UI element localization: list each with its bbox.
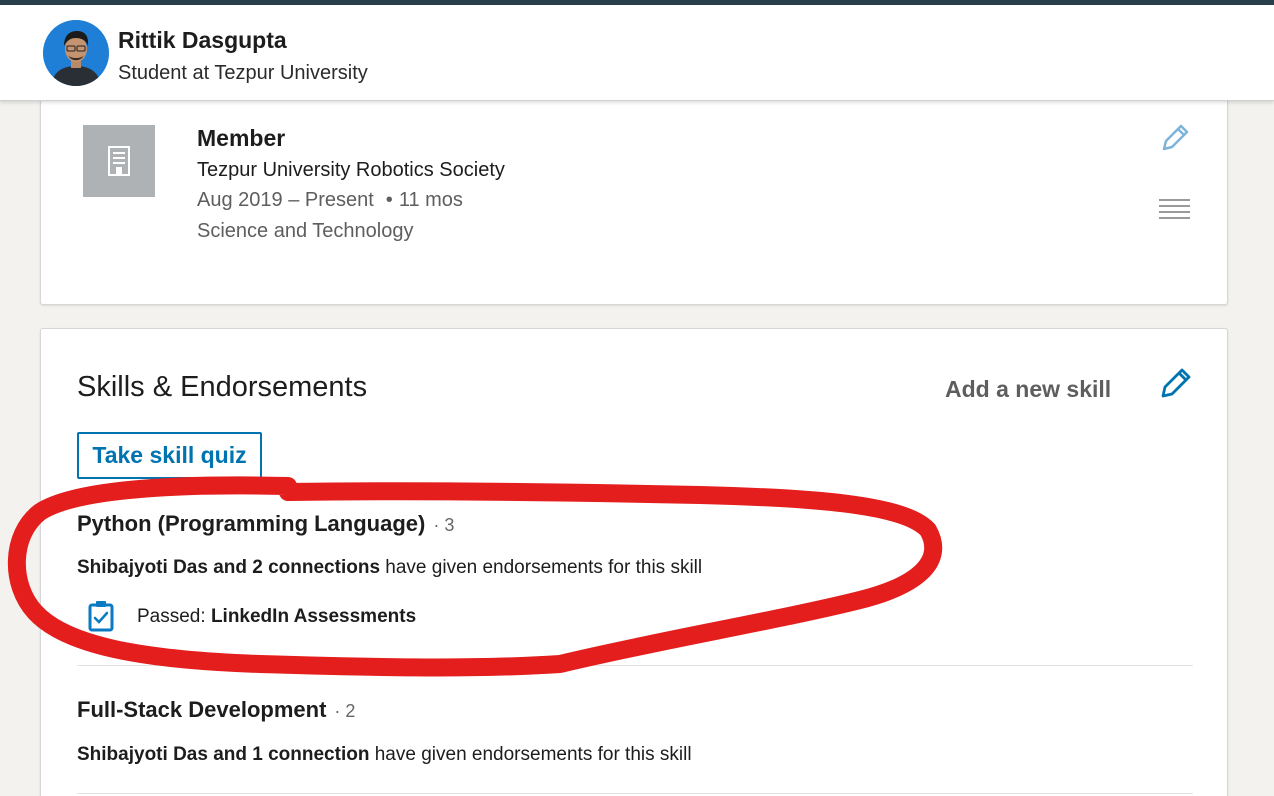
divider: [77, 665, 1193, 666]
assessment-prefix: Passed:: [137, 606, 206, 627]
dot-separator: •: [385, 189, 393, 211]
endorsement-count[interactable]: · 3: [433, 515, 454, 535]
reorder-icon[interactable]: [1158, 197, 1192, 223]
take-skill-quiz-button[interactable]: Take skill quiz: [77, 432, 262, 479]
skills-card: Skills & Endorsements Add a new skill Ta…: [40, 328, 1228, 796]
section-title: Skills & Endorsements: [77, 371, 368, 403]
avatar[interactable]: [43, 20, 109, 86]
assessment-badge: Passed: LinkedIn Assessments: [137, 606, 416, 628]
position-dates: Aug 2019 – Present • 11 mos: [197, 189, 463, 212]
add-skill-button[interactable]: Add a new skill: [945, 376, 1111, 403]
skill-name[interactable]: Full-Stack Development · 2: [77, 697, 355, 723]
experience-card: Member Tezpur University Robotics Societ…: [40, 80, 1228, 305]
profile-sticky-header: Rittik Dasgupta Student at Tezpur Univer…: [0, 5, 1274, 101]
endorsement-count[interactable]: · 2: [334, 701, 355, 721]
date-range: Aug 2019 – Present: [197, 189, 374, 211]
endorsers-link[interactable]: Shibajyoti Das and 2 connections: [77, 557, 380, 578]
endorsement-text: have given endorsements for this skill: [374, 744, 692, 765]
endorsers-link[interactable]: Shibajyoti Das and 1 connection: [77, 744, 369, 765]
endorsement-summary: Shibajyoti Das and 1 connection have giv…: [77, 744, 692, 766]
endorsement-text: have given endorsements for this skill: [385, 557, 703, 578]
skill-name-text[interactable]: Python (Programming Language): [77, 511, 425, 536]
divider: [77, 793, 1193, 794]
clipboard-check-icon: [88, 600, 114, 632]
organization-name[interactable]: Tezpur University Robotics Society: [197, 159, 505, 182]
pencil-icon[interactable]: [1158, 365, 1194, 401]
position-title: Member: [197, 125, 286, 151]
building-icon[interactable]: [83, 125, 155, 197]
assessment-link[interactable]: LinkedIn Assessments: [211, 606, 416, 627]
skill-name-text[interactable]: Full-Stack Development: [77, 697, 326, 722]
pencil-icon[interactable]: [1158, 121, 1192, 155]
skill-name[interactable]: Python (Programming Language) · 3: [77, 511, 454, 537]
duration: 11 mos: [398, 189, 463, 211]
organization-category: Science and Technology: [197, 220, 414, 242]
profile-headline: Student at Tezpur University: [118, 62, 368, 84]
profile-name: Rittik Dasgupta: [118, 27, 287, 53]
endorsement-summary: Shibajyoti Das and 2 connections have gi…: [77, 557, 702, 579]
